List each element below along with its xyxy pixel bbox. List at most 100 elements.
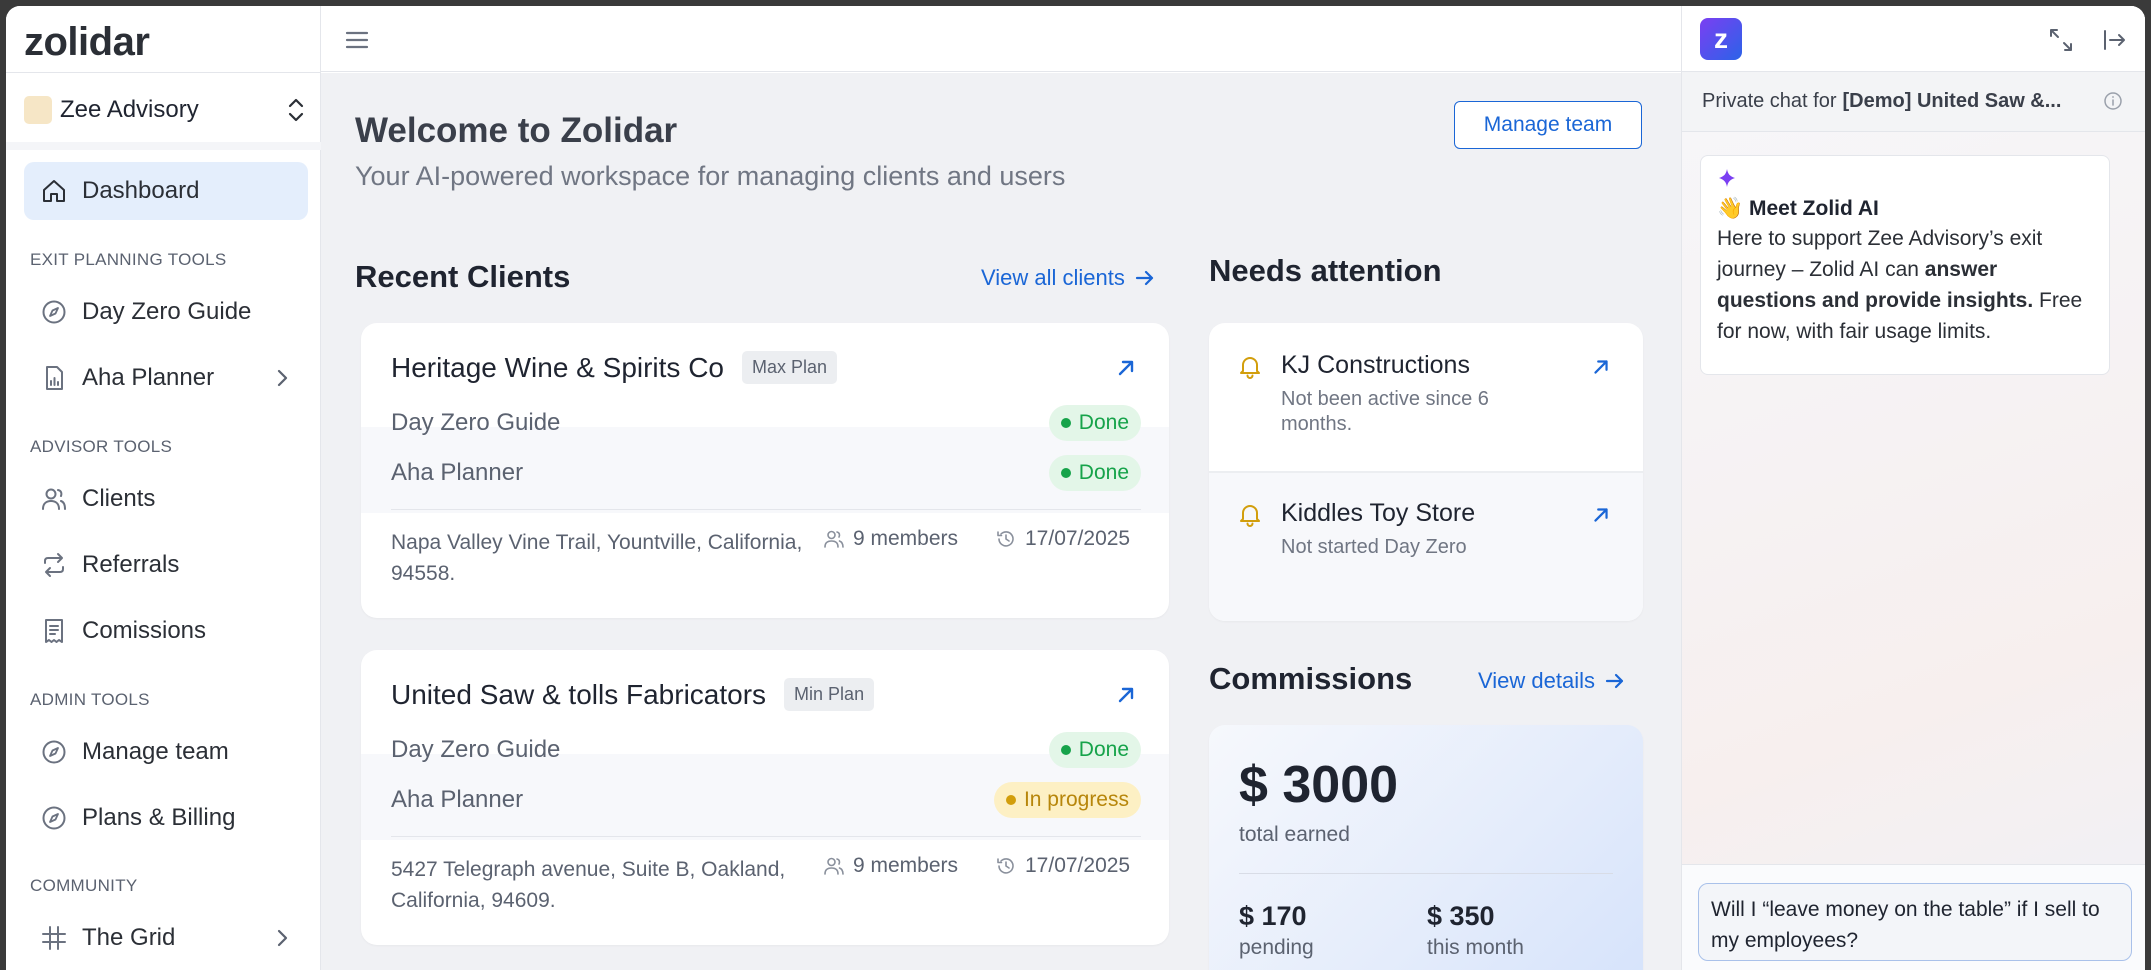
manage-team-button[interactable]: Manage team <box>1454 101 1642 149</box>
compass-icon <box>42 806 66 830</box>
ai-intro-message: 👋 Meet Zolid AI Here to support Zee Advi… <box>1700 155 2110 375</box>
client-name: Heritage Wine & Spirits Co <box>391 351 725 383</box>
pending-label: pending <box>1239 936 1314 959</box>
total-earned-label: total earned <box>1239 823 1350 846</box>
users-icon <box>42 488 66 510</box>
view-all-clients-link[interactable]: View all clients <box>981 265 1157 291</box>
attention-item[interactable]: KJ Constructions Not been active since 6… <box>1209 323 1643 473</box>
ai-chat-panel: z Private chat for [Demo] United Saw &..… <box>1681 6 2145 970</box>
arrow-up-right-icon[interactable] <box>1589 355 1613 379</box>
status-badge: Done <box>1048 455 1141 491</box>
sidebar-item-label: Referrals <box>82 551 180 578</box>
sidebar-item-label: Clients <box>82 485 156 512</box>
sidebar-item-label: Aha Planner <box>82 364 215 391</box>
sidebar-item-the-grid[interactable]: The Grid <box>24 909 308 967</box>
pending-value: $ 170 <box>1239 901 1307 931</box>
status-badge: Done <box>1048 732 1141 768</box>
this-month-value: $ 350 <box>1427 901 1495 931</box>
sidebar-item-referrals[interactable]: Referrals <box>24 536 308 594</box>
bell-icon <box>1240 505 1260 527</box>
commissions-card: $ 3000 total earned $ 170 pending $ 350 … <box>1209 725 1643 970</box>
divider <box>391 836 1141 837</box>
status-badge: Done <box>1048 405 1141 441</box>
members-count: 9 members <box>823 854 958 878</box>
ai-intro-body: Here to support Zee Advisory’s exit jour… <box>1717 227 2083 343</box>
top-bar <box>321 6 1681 72</box>
expand-icon[interactable] <box>2047 26 2075 54</box>
compass-icon <box>42 300 66 324</box>
sidebar-item-day-zero-guide[interactable]: Day Zero Guide <box>24 283 308 341</box>
sidebar-item-dashboard[interactable]: Dashboard <box>24 162 308 220</box>
sidebar-item-clients[interactable]: Clients <box>24 470 308 528</box>
plan-badge: Min Plan <box>784 678 875 711</box>
sidebar: zolidar Zee Advisory Dashboard EXIT PLAN… <box>6 6 321 970</box>
chart-file-icon <box>46 366 63 390</box>
client-card[interactable]: Heritage Wine & Spirits Co Max Plan Day … <box>361 323 1169 618</box>
collapse-panel-icon[interactable] <box>2100 26 2128 54</box>
arrow-up-right-icon[interactable] <box>1113 682 1139 708</box>
divider <box>6 142 321 150</box>
section-label-advisor-tools: ADVISOR TOOLS <box>30 437 173 456</box>
users-icon <box>824 857 844 875</box>
main-content: Welcome to Zolidar Your AI-powered works… <box>321 73 1681 970</box>
app-logo[interactable]: zolidar <box>24 20 150 65</box>
sidebar-item-label: Day Zero Guide <box>82 298 252 325</box>
section-label-admin-tools: ADMIN TOOLS <box>30 690 150 709</box>
chat-toolbar: z <box>1682 6 2145 72</box>
arrow-up-right-icon[interactable] <box>1589 503 1613 527</box>
users-icon <box>824 530 844 548</box>
status-badge: In progress <box>993 782 1141 818</box>
page-subtitle: Your AI-powered workspace for managing c… <box>355 161 1066 191</box>
view-details-link[interactable]: View details <box>1478 668 1627 694</box>
chat-header-target: [Demo] United Saw &... <box>1842 90 2062 112</box>
client-card[interactable]: United Saw & tolls Fabricators Min Plan … <box>361 650 1169 945</box>
menu-icon[interactable] <box>343 26 371 54</box>
plan-badge: Max Plan <box>742 351 838 384</box>
view-all-clients-label: View all clients <box>981 265 1125 290</box>
history-icon <box>997 531 1014 547</box>
recent-clients-heading: Recent Clients <box>355 259 571 294</box>
members-count: 9 members <box>823 527 958 551</box>
history-icon <box>997 858 1014 874</box>
home-icon <box>43 180 65 202</box>
chat-input[interactable]: Will I “leave money on the table” if I s… <box>1698 883 2132 961</box>
hash-grid-icon <box>42 926 66 950</box>
divider <box>391 509 1141 510</box>
sidebar-item-label: Comissions <box>82 617 207 644</box>
tool-status-row: Day Zero Guide Done <box>391 728 1141 772</box>
attention-item[interactable]: Kiddles Toy Store Not started Day Zero <box>1209 473 1643 621</box>
zolid-ai-logo: z <box>1700 18 1742 60</box>
sparkle-icon <box>1719 169 1735 187</box>
info-icon[interactable] <box>2102 90 2124 112</box>
tool-status-row: Aha Planner Done <box>391 451 1141 495</box>
org-avatar <box>24 96 52 124</box>
divider <box>6 72 321 73</box>
arrow-up-right-icon[interactable] <box>1113 355 1139 381</box>
chevron-right-icon <box>277 929 288 947</box>
tool-name: Aha Planner <box>391 459 524 486</box>
sidebar-item-comissions[interactable]: Comissions <box>24 602 308 660</box>
last-activity-date: 17/07/2025 <box>995 527 1130 551</box>
tool-name: Day Zero Guide <box>391 409 561 436</box>
org-switcher[interactable]: Zee Advisory <box>24 90 308 130</box>
this-month-label: this month <box>1427 936 1524 959</box>
needs-attention-card: KJ Constructions Not been active since 6… <box>1209 323 1643 621</box>
chevron-up-down-icon <box>288 98 304 122</box>
sidebar-item-manage-team[interactable]: Manage team <box>24 723 308 781</box>
this-month-stat: $ 350 this month <box>1427 901 1524 960</box>
section-label-community: COMMUNITY <box>30 876 138 895</box>
sidebar-item-plans-billing[interactable]: Plans & Billing <box>24 789 308 847</box>
sidebar-item-aha-planner[interactable]: Aha Planner <box>24 349 308 407</box>
receipt-icon <box>45 619 63 643</box>
sidebar-item-label: Plans & Billing <box>82 804 236 831</box>
sidebar-item-label: Dashboard <box>82 177 200 204</box>
app-window: zolidar Zee Advisory Dashboard EXIT PLAN… <box>6 6 2145 970</box>
last-activity-date: 17/07/2025 <box>995 854 1130 878</box>
repeat-icon <box>44 553 64 577</box>
attention-description: Not been active since 6 months. <box>1281 388 1489 435</box>
attention-description: Not started Day Zero <box>1281 536 1467 558</box>
tool-name: Aha Planner <box>391 786 524 813</box>
bell-icon <box>1240 357 1260 379</box>
attention-client-name: KJ Constructions <box>1281 351 1470 379</box>
page-title: Welcome to Zolidar <box>355 111 678 150</box>
